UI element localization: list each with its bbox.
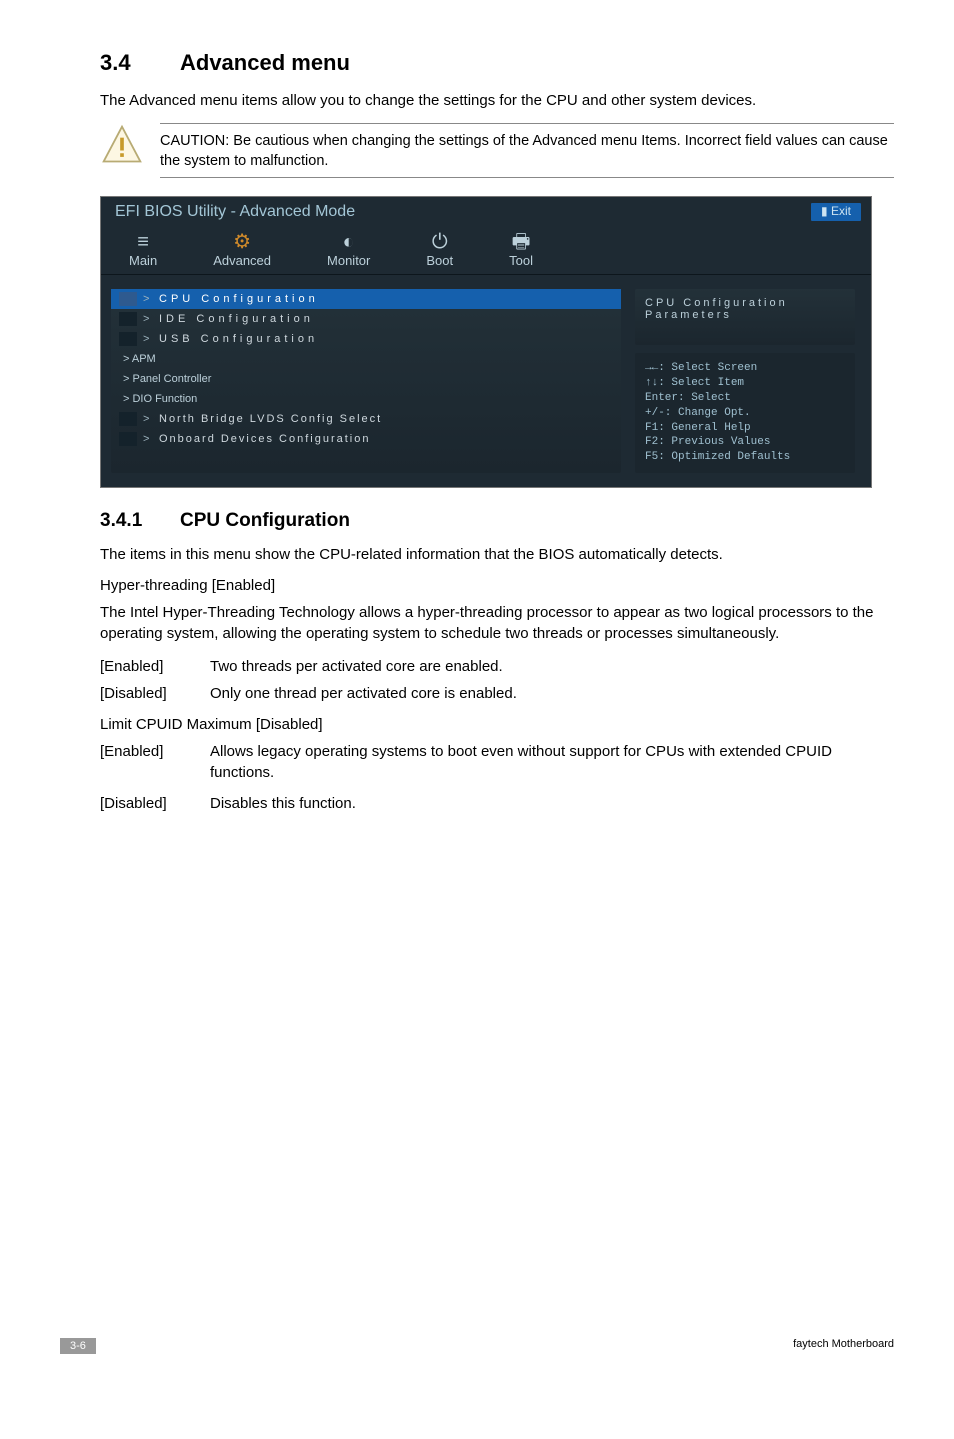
setting-hyperthreading-desc: The Intel Hyper-Threading Technology all…: [100, 602, 894, 644]
caution-text: CAUTION: Be cautious when changing the s…: [160, 123, 894, 178]
bios-menu-list: >CPU Configuration >IDE Configuration >U…: [111, 289, 621, 473]
option-value: Allows legacy operating systems to boot …: [210, 741, 894, 783]
bios-exit-button[interactable]: ▮ Exit: [811, 203, 861, 221]
hint-line: F5: Optimized Defaults: [645, 450, 845, 465]
square-icon: [119, 292, 137, 306]
option-row: [Enabled] Two threads per activated core…: [100, 656, 894, 677]
subsection-intro: The items in this menu show the CPU-rela…: [100, 544, 894, 565]
bios-tab-bar: ≡Main ⚙Advanced ◐Monitor ⏻Boot 🖶Tool: [101, 225, 871, 275]
option-key: [Disabled]: [100, 683, 210, 704]
hint-line: ↑↓: Select Item: [645, 376, 845, 391]
menu-lvds-config[interactable]: >North Bridge LVDS Config Select: [111, 409, 621, 429]
menu-dio-function[interactable]: > DIO Function: [111, 389, 621, 409]
bios-title: EFI BIOS Utility - Advanced Mode: [115, 203, 355, 221]
section-heading: 3.4Advanced menu: [100, 50, 894, 76]
bios-info-panel: CPU Configuration Parameters: [635, 289, 855, 345]
subsection-heading: 3.4.1CPU Configuration: [100, 510, 894, 532]
hint-line: +/-: Change Opt.: [645, 406, 845, 421]
hint-line: F2: Previous Values: [645, 435, 845, 450]
tab-tool[interactable]: 🖶Tool: [481, 225, 561, 274]
setting-cpuid-title: Limit CPUID Maximum [Disabled]: [100, 716, 894, 733]
square-icon: [119, 432, 137, 446]
warning-icon: [100, 123, 144, 167]
page-footer: 3-6 faytech Motherboard: [0, 1338, 954, 1354]
square-icon: [119, 412, 137, 426]
section-title: Advanced menu: [180, 50, 350, 75]
option-row: [Disabled] Only one thread per activated…: [100, 683, 894, 704]
option-key: [Disabled]: [100, 793, 210, 814]
hint-line: →←: Select Screen: [645, 361, 845, 376]
subsection-title: CPU Configuration: [180, 510, 350, 531]
bios-screenshot: EFI BIOS Utility - Advanced Mode ▮ Exit …: [100, 196, 872, 488]
caution-block: CAUTION: Be cautious when changing the s…: [100, 123, 894, 178]
tab-advanced[interactable]: ⚙Advanced: [185, 225, 299, 274]
list-icon: ≡: [129, 231, 157, 253]
tab-monitor[interactable]: ◐Monitor: [299, 225, 398, 274]
menu-panel-controller[interactable]: > Panel Controller: [111, 369, 621, 389]
tool-icon: 🖶: [509, 231, 533, 253]
menu-apm[interactable]: > APM: [111, 349, 621, 369]
option-value: Only one thread per activated core is en…: [210, 683, 517, 704]
footer-brand: faytech Motherboard: [793, 1338, 894, 1354]
option-row: [Disabled] Disables this function.: [100, 793, 894, 814]
exit-icon: ▮: [821, 204, 831, 218]
option-row: [Enabled] Allows legacy operating system…: [100, 741, 894, 783]
section-number: 3.4: [100, 50, 180, 76]
chevron-right-icon: >: [143, 433, 153, 445]
gauge-icon: ◐: [327, 231, 370, 253]
option-key: [Enabled]: [100, 741, 210, 783]
chevron-right-icon: >: [143, 413, 153, 425]
chevron-right-icon: >: [143, 313, 153, 325]
tab-main[interactable]: ≡Main: [101, 225, 185, 274]
setting-hyperthreading-title: Hyper-threading [Enabled]: [100, 577, 894, 594]
page-number: 3-6: [60, 1338, 96, 1354]
option-value: Two threads per activated core are enabl…: [210, 656, 503, 677]
option-key: [Enabled]: [100, 656, 210, 677]
bios-key-hints: →←: Select Screen ↑↓: Select Item Enter:…: [635, 353, 855, 473]
menu-usb-configuration[interactable]: >USB Configuration: [111, 329, 621, 349]
square-icon: [119, 332, 137, 346]
intro-paragraph: The Advanced menu items allow you to cha…: [100, 90, 894, 111]
menu-ide-configuration[interactable]: >IDE Configuration: [111, 309, 621, 329]
menu-onboard-devices[interactable]: >Onboard Devices Configuration: [111, 429, 621, 449]
hint-line: Enter: Select: [645, 391, 845, 406]
gear-icon: ⚙: [213, 231, 271, 253]
power-icon: ⏻: [426, 231, 453, 253]
hint-line: F1: General Help: [645, 421, 845, 436]
square-icon: [119, 312, 137, 326]
subsection-number: 3.4.1: [100, 510, 180, 532]
option-value: Disables this function.: [210, 793, 356, 814]
chevron-right-icon: >: [143, 333, 153, 345]
menu-cpu-configuration[interactable]: >CPU Configuration: [111, 289, 621, 309]
tab-boot[interactable]: ⏻Boot: [398, 225, 481, 274]
chevron-right-icon: >: [143, 293, 153, 305]
